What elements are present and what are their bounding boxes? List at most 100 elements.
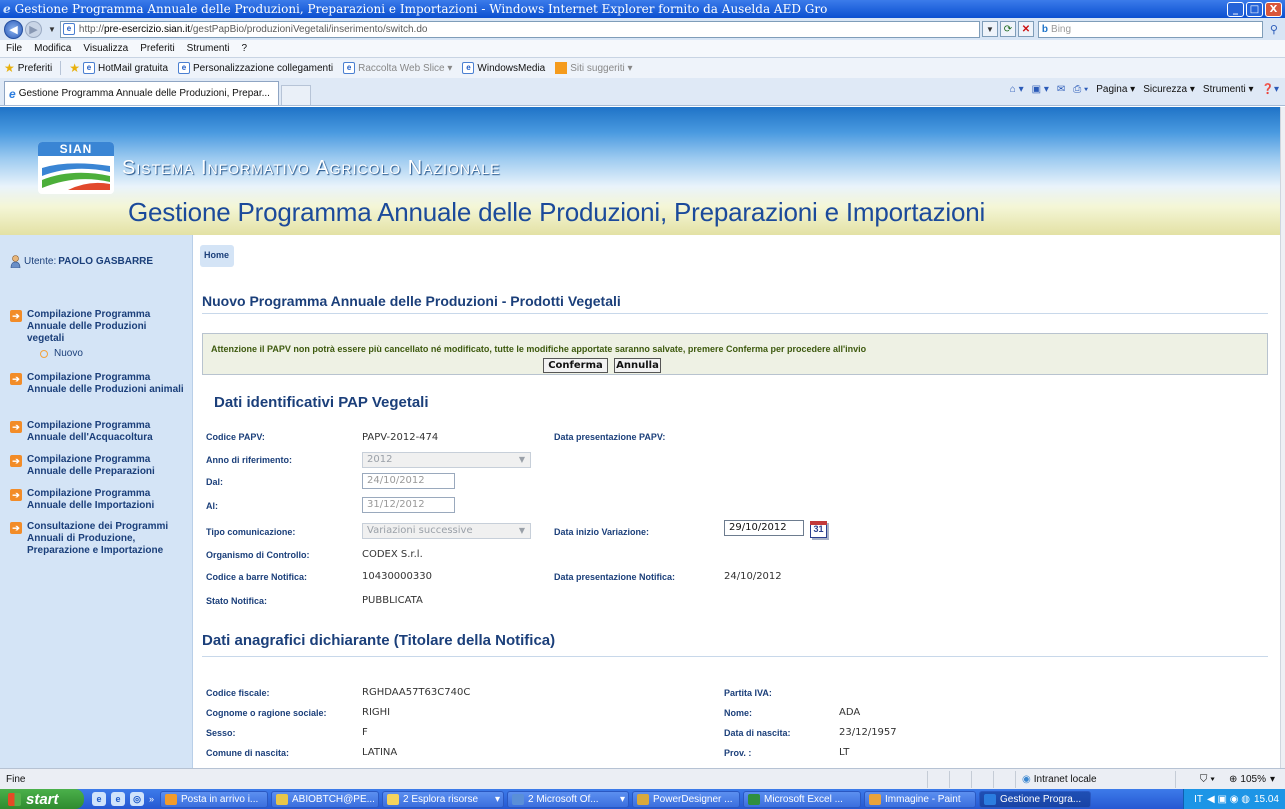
new-tab-button[interactable]	[281, 85, 311, 105]
al-field[interactable]: 31/12/2012	[362, 497, 455, 513]
menu-modifica[interactable]: Modifica	[34, 43, 71, 54]
sidebar-item-preparazioni[interactable]: ➔ Compilazione Programma Annuale delle P…	[10, 454, 185, 478]
address-row: ◀ ▶ ▼ e http://pre-esercizio.sian.it/ges…	[0, 18, 1285, 40]
data-presentazione-notifica-value: 24/10/2012	[724, 571, 782, 582]
search-input[interactable]: b Bing	[1037, 20, 1263, 38]
taskbar-item-esplora[interactable]: 2 Esplora risorse ▾	[382, 790, 505, 808]
taskbar-item-posta[interactable]: Posta in arrivo i...	[160, 790, 269, 808]
menu-visualizza[interactable]: Visualizza	[83, 43, 128, 54]
menu-preferiti[interactable]: Preferiti	[140, 43, 174, 54]
provincia-label: Prov. :	[724, 748, 752, 758]
fav-link-web-slice[interactable]: e Raccolta Web Slice ▾	[343, 62, 452, 74]
taskbar-item-paint[interactable]: Immagine - Paint	[864, 790, 977, 808]
print-icon[interactable]: ⎙ ▾	[1073, 84, 1088, 95]
start-button[interactable]: start	[0, 789, 84, 809]
taskbar-item-gestione[interactable]: Gestione Progra...	[979, 790, 1092, 808]
divider	[202, 656, 1268, 657]
sidebar-item-importazioni[interactable]: ➔ Compilazione Programma Annuale delle I…	[10, 488, 185, 512]
fav-link-label: HotMail gratuita	[97, 62, 169, 74]
url-host: pre-esercizio.sian.it	[103, 23, 191, 35]
bing-icon: b	[1041, 23, 1049, 35]
back-button[interactable]: ◀	[4, 19, 23, 39]
fav-link-siti-suggeriti[interactable]: Siti suggeriti ▾	[555, 62, 633, 74]
tray-icons[interactable]: ◀ ▣ ◉ ◍	[1207, 794, 1250, 805]
menu-bar: File Modifica Visualizza Preferiti Strum…	[0, 40, 1285, 58]
menu-help[interactable]: ?	[241, 43, 247, 54]
sidebar-item-consultazione[interactable]: ➔ Consultazione dei Programmi Annuali di…	[10, 521, 185, 557]
sidebar-subitem-nuovo[interactable]: Nuovo	[40, 348, 185, 359]
taskbar-item-abiobtch[interactable]: ABIOBTCH@PE...	[271, 790, 380, 808]
add-favorite-icon[interactable]: ★	[69, 61, 80, 75]
user-icon	[10, 255, 21, 268]
stop-icon[interactable]: ✕	[1017, 21, 1034, 37]
page-icon: e	[82, 62, 95, 74]
page-icon: e	[462, 62, 475, 74]
tipo-comunicazione-select[interactable]: Variazioni successive ▼	[362, 523, 531, 539]
page-icon: e	[62, 23, 75, 35]
quicklaunch-app-icon[interactable]: ◎	[130, 792, 144, 806]
clock[interactable]: 15.04	[1254, 794, 1279, 805]
mail-icon[interactable]: ✉	[1057, 84, 1065, 95]
task-label: Immagine - Paint	[885, 793, 961, 805]
history-dropdown-icon[interactable]: ▼	[48, 25, 56, 34]
taskbar-item-powerdesigner[interactable]: PowerDesigner ...	[632, 790, 741, 808]
window-title: Gestione Programma Annuale delle Produzi…	[14, 2, 828, 16]
forward-button[interactable]: ▶	[25, 20, 42, 38]
calendar-icon[interactable]: 31	[810, 521, 827, 538]
fav-link-windowsmedia[interactable]: e WindowsMedia	[462, 62, 545, 74]
vertical-scrollbar[interactable]	[1280, 107, 1285, 768]
arrow-icon: ➔	[10, 489, 22, 501]
data-inizio-variazione-label: Data inizio Variazione:	[554, 527, 650, 537]
taskbar-item-office[interactable]: 2 Microsoft Of... ▾	[507, 790, 630, 808]
chevron-down-icon: ▾	[494, 793, 501, 805]
data-presentazione-notifica-label: Data presentazione Notifica:	[554, 572, 676, 582]
security-zone[interactable]: ◉ Intranet locale	[1015, 770, 1175, 788]
main-content: Home Nuovo Programma Annuale delle Produ…	[194, 235, 1280, 768]
nome-label: Nome:	[724, 708, 753, 718]
address-bar[interactable]: e http://pre-esercizio.sian.it/gestPapBi…	[59, 20, 980, 38]
sian-logo[interactable]: SIAN	[38, 142, 114, 194]
security-menu[interactable]: Sicurezza ▾	[1143, 84, 1195, 95]
breadcrumb-home[interactable]: Home	[200, 245, 234, 267]
task-label: 2 Esplora risorse	[403, 793, 479, 805]
tipo-comunicazione-label: Tipo comunicazione:	[206, 527, 296, 537]
refresh-icon[interactable]: ⟳	[999, 21, 1016, 37]
data-inizio-variazione-field[interactable]: 29/10/2012	[724, 520, 804, 536]
sidebar-item-produzioni-vegetali[interactable]: ➔ Compilazione Programma Annuale delle P…	[10, 309, 185, 345]
anno-riferimento-select[interactable]: 2012 ▼	[362, 452, 531, 468]
fav-link-personalizzazione[interactable]: e Personalizzazione collegamenti	[178, 62, 333, 74]
sidebar-item-produzioni-animali[interactable]: ➔ Compilazione Programma Annuale delle P…	[10, 372, 185, 396]
close-button[interactable]: X	[1265, 1, 1282, 17]
sidebar-item-acquacoltura[interactable]: ➔ Compilazione Programma Annuale dell'Ac…	[10, 420, 185, 444]
page-menu[interactable]: Pagina ▾	[1096, 84, 1135, 95]
taskbar: start e e ◎ » Posta in arrivo i... ABIOB…	[0, 789, 1285, 809]
favorites-button[interactable]: Preferiti	[18, 63, 52, 74]
search-icon[interactable]: ⚲	[1265, 21, 1283, 38]
warning-text: Attenzione il PAPV non potrà essere più …	[211, 344, 867, 354]
taskbar-item-excel[interactable]: Microsoft Excel ...	[743, 790, 862, 808]
user-name: PAOLO GASBARRE	[58, 256, 154, 267]
help-icon[interactable]: ❓▾	[1262, 84, 1279, 95]
quicklaunch-ie-icon[interactable]: e	[92, 792, 106, 806]
feeds-icon[interactable]: ▣ ▾	[1032, 84, 1049, 95]
quicklaunch-more-icon[interactable]: »	[149, 794, 154, 804]
maximize-button[interactable]: □	[1246, 1, 1263, 17]
menu-file[interactable]: File	[6, 43, 22, 54]
minimize-button[interactable]: _	[1227, 1, 1244, 17]
language-indicator[interactable]: IT	[1194, 794, 1203, 805]
cancel-button[interactable]: Annulla	[614, 358, 661, 373]
tools-menu[interactable]: Strumenti ▾	[1203, 84, 1254, 95]
sidebar-menu: ➔ Compilazione Programma Annuale delle P…	[10, 309, 185, 359]
quicklaunch-ie2-icon[interactable]: e	[111, 792, 125, 806]
browser-tab-active[interactable]: e Gestione Programma Annuale delle Produ…	[4, 81, 279, 105]
sidebar-menu: ➔ Compilazione Programma Annuale delle P…	[10, 372, 185, 396]
dal-field[interactable]: 24/10/2012	[362, 473, 455, 489]
zoom-control[interactable]: ⛉ ▾ ⊕ 105% ▾	[1175, 770, 1285, 788]
fav-link-hotmail[interactable]: e HotMail gratuita	[82, 62, 169, 74]
organismo-value: CODEX S.r.l.	[362, 549, 423, 560]
address-dropdown-icon[interactable]: ▼	[981, 21, 998, 37]
confirm-button[interactable]: Conferma	[543, 358, 608, 373]
codice-fiscale-value: RGHDAA57T63C740C	[362, 687, 471, 698]
menu-strumenti[interactable]: Strumenti	[187, 43, 230, 54]
home-icon[interactable]: ⌂ ▾	[1010, 84, 1024, 95]
